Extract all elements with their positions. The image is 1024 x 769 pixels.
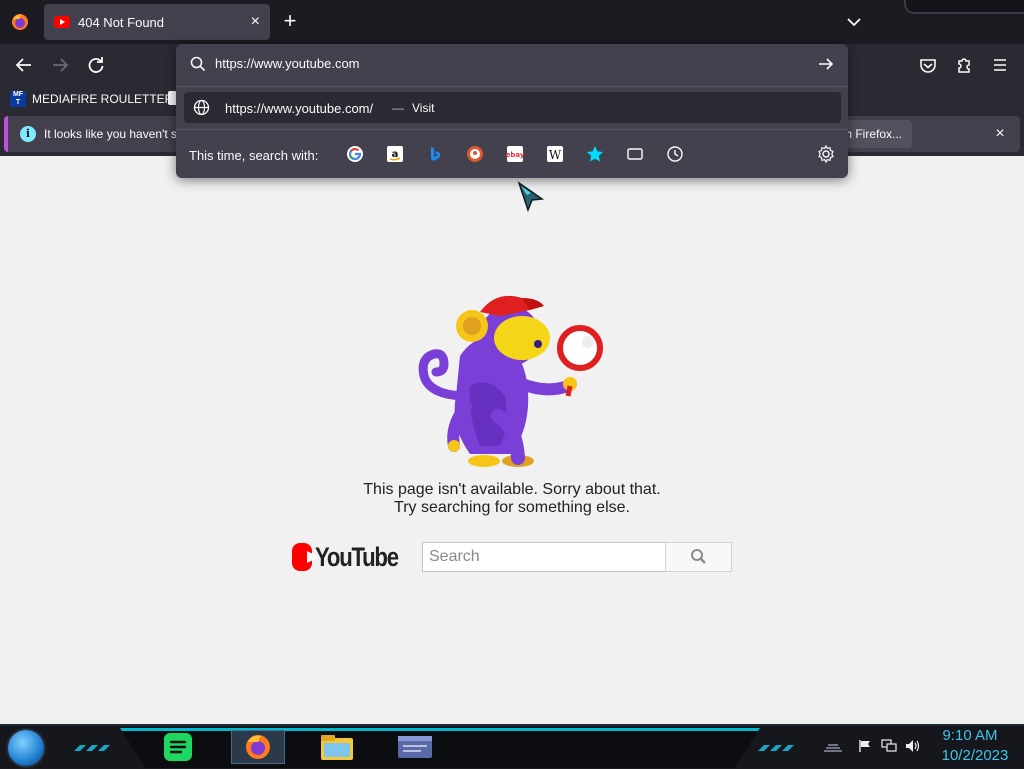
url-input[interactable]: https://www.youtube.com: [215, 56, 775, 71]
spotify-taskbar-icon[interactable]: [152, 730, 206, 764]
mediafire-favicon-icon: MF T: [10, 91, 26, 107]
amazon-icon[interactable]: a: [385, 144, 405, 164]
firefox-taskbar-icon[interactable]: [231, 730, 285, 764]
reload-button[interactable]: [82, 51, 110, 79]
divider: [176, 129, 848, 130]
notification-close-button[interactable]: ×: [990, 124, 1010, 144]
titlebar-decoration: [904, 0, 1024, 14]
bookmark-label: MEDIAFIRE ROULETTER: [32, 92, 174, 106]
youtube-logo[interactable]: YouTube: [292, 540, 416, 574]
taskbar-decoration-icon: [756, 740, 800, 751]
search-icon: [190, 56, 206, 72]
error-message-line2: Try searching for something else.: [394, 499, 630, 516]
info-icon: i: [20, 126, 36, 142]
notification-text: It looks like you haven't s: [44, 127, 178, 141]
clock-date[interactable]: 10/2/2023: [930, 747, 1020, 764]
start-button[interactable]: [8, 730, 44, 766]
youtube-search-button[interactable]: [665, 542, 732, 572]
network-icon[interactable]: [881, 739, 897, 753]
svg-text:a: a: [392, 149, 399, 160]
search-settings-gear-icon[interactable]: [816, 144, 836, 164]
monkey-illustration: [410, 286, 620, 476]
bookmarks-star-icon[interactable]: [585, 144, 605, 164]
tabs-icon[interactable]: [625, 144, 645, 164]
svg-text:W: W: [549, 148, 562, 162]
tab-404-not-found[interactable]: 404 Not Found ×: [44, 4, 270, 40]
back-button[interactable]: [10, 51, 38, 79]
ebay-icon[interactable]: ebay: [505, 144, 525, 164]
suggestion-url: https://www.youtube.com/: [225, 101, 374, 116]
list-all-tabs-button[interactable]: [842, 12, 866, 32]
hamburger-menu-icon[interactable]: [986, 51, 1014, 79]
volume-icon[interactable]: [905, 739, 921, 753]
pocket-icon[interactable]: [914, 51, 942, 79]
firefox-view-icon[interactable]: [10, 12, 30, 32]
extensions-icon[interactable]: [950, 51, 978, 79]
globe-icon: [193, 99, 210, 116]
youtube-search-input[interactable]: Search: [422, 542, 666, 572]
search-with-label: This time, search with:: [189, 148, 319, 163]
clock-time[interactable]: 9:10 AM: [930, 727, 1010, 744]
suggestion-action: Visit: [412, 101, 435, 115]
bing-icon[interactable]: [425, 144, 445, 164]
suggestion-separator: —: [392, 101, 404, 115]
action-center-flag-icon[interactable]: [858, 739, 872, 753]
mouse-cursor-icon: [516, 181, 546, 213]
tab-title: 404 Not Found: [78, 14, 165, 30]
youtube-play-icon: [292, 543, 320, 571]
wikipedia-icon[interactable]: W: [545, 144, 565, 164]
bookmark-mediafire-rouletter[interactable]: MF T MEDIAFIRE ROULETTER: [10, 89, 173, 109]
file-explorer-taskbar-icon[interactable]: [310, 730, 364, 764]
new-tab-button[interactable]: +: [278, 10, 302, 34]
duckduckgo-icon[interactable]: [465, 144, 485, 164]
window-taskbar-icon[interactable]: [388, 730, 442, 764]
youtube-wordmark: YouTube: [315, 541, 399, 572]
tab-close-button[interactable]: ×: [251, 14, 260, 30]
taskbar-decoration-icon: [72, 740, 116, 751]
google-icon[interactable]: [345, 144, 365, 164]
show-hidden-icons-icon[interactable]: [822, 740, 844, 752]
history-icon[interactable]: [665, 144, 685, 164]
divider: [176, 86, 848, 87]
youtube-favicon-icon: [54, 16, 70, 28]
go-arrow-icon[interactable]: [816, 54, 836, 74]
error-message-line1: This page isn't available. Sorry about t…: [363, 481, 661, 498]
svg-text:ebay: ebay: [506, 151, 525, 159]
forward-button[interactable]: [46, 51, 74, 79]
